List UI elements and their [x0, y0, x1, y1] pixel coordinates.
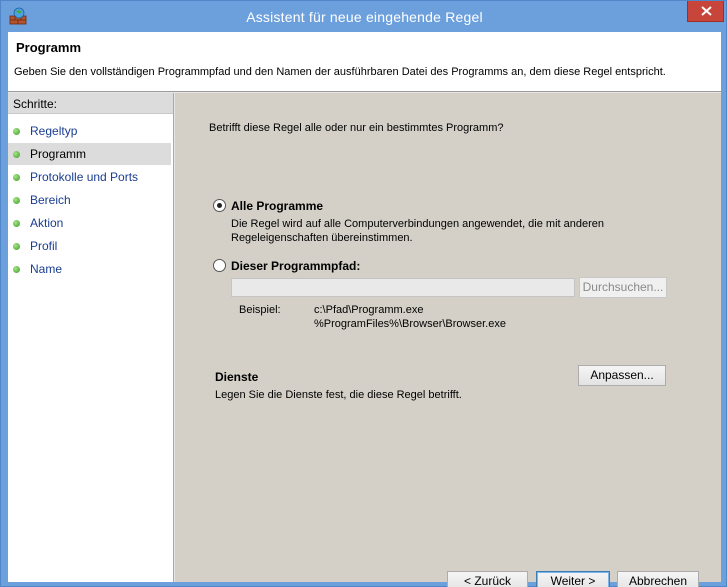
page-title: Programm [16, 40, 82, 55]
program-path-radio[interactable] [213, 259, 226, 272]
step-label: Name [30, 262, 63, 276]
window-title: Assistent für neue eingehende Regel [246, 9, 483, 25]
step-status-dot-icon [13, 151, 20, 158]
program-path-label[interactable]: Dieser Programmpfad: [231, 259, 360, 273]
step-status-dot-icon [13, 243, 20, 250]
title-bar[interactable]: Assistent für neue eingehende Regel [1, 1, 727, 32]
step-name[interactable]: Name [8, 258, 171, 280]
example-label: Beispiel: [239, 304, 281, 316]
example-path-2: %ProgramFiles%\Browser\Browser.exe [314, 318, 506, 330]
page-description: Geben Sie den vollständigen Programmpfad… [14, 66, 666, 78]
wizard-window: Assistent für neue eingehende Regel Prog… [0, 0, 727, 587]
scope-question: Betrifft diese Regel alle oder nur ein b… [209, 122, 504, 134]
step-status-dot-icon [13, 220, 20, 227]
example-path-1: c:\Pfad\Programm.exe [314, 304, 424, 316]
step-status-dot-icon [13, 197, 20, 204]
step-regeltyp[interactable]: Regeltyp [8, 120, 171, 142]
close-icon [701, 6, 712, 16]
step-label: Profil [30, 239, 58, 253]
step-label: Protokolle und Ports [30, 170, 139, 184]
all-programs-description: Die Regel wird auf alle Computerverbindu… [231, 218, 605, 244]
wizard-client-area: Programm Geben Sie den vollständigen Pro… [8, 32, 721, 587]
step-status-dot-icon [13, 128, 20, 135]
step-label: Programm [30, 147, 87, 161]
program-path-input[interactable] [231, 278, 575, 297]
next-button[interactable]: Weiter > [536, 571, 610, 587]
step-label: Regeltyp [30, 124, 78, 138]
step-protokolle-und-ports[interactable]: Protokolle und Ports [8, 166, 171, 188]
close-button[interactable] [687, 1, 724, 22]
all-programs-label[interactable]: Alle Programme [231, 199, 323, 213]
wizard-header: Programm Geben Sie den vollständigen Pro… [8, 32, 721, 92]
step-profil[interactable]: Profil [8, 235, 171, 257]
steps-heading: Schritte: [8, 93, 173, 114]
steps-sidebar: Schritte: Regeltyp Programm Protokolle u… [8, 93, 174, 582]
step-label: Bereich [30, 193, 71, 207]
step-status-dot-icon [13, 266, 20, 273]
customize-services-button[interactable]: Anpassen... [578, 365, 666, 386]
step-bereich[interactable]: Bereich [8, 189, 171, 211]
step-label: Aktion [30, 216, 64, 230]
back-button[interactable]: < Zurück [447, 571, 528, 587]
services-description: Legen Sie die Dienste fest, die diese Re… [215, 389, 462, 401]
browse-button[interactable]: Durchsuchen... [579, 277, 667, 298]
wizard-content: Betrifft diese Regel alle oder nur ein b… [175, 93, 721, 587]
step-aktion[interactable]: Aktion [8, 212, 171, 234]
step-status-dot-icon [13, 174, 20, 181]
all-programs-radio[interactable] [213, 199, 226, 212]
step-programm[interactable]: Programm [8, 143, 171, 165]
services-title: Dienste [215, 370, 259, 384]
cancel-button[interactable]: Abbrechen [617, 571, 699, 587]
